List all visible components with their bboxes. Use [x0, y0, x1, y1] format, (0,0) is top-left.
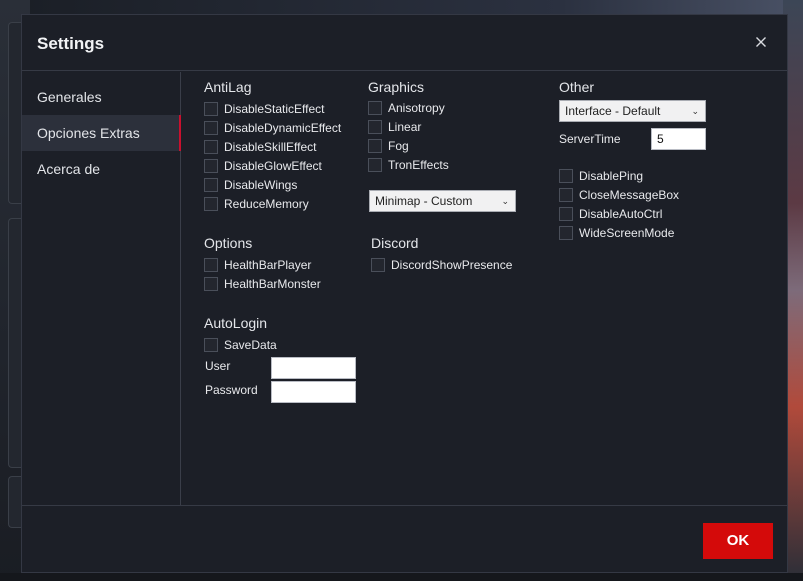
checkbox-disable-static-effect[interactable]: DisableStaticEffect [204, 100, 325, 118]
dialog-title: Settings [37, 34, 105, 53]
checkbox-label: DisableWings [224, 178, 298, 192]
checkbox-label: DisableAutoCtrl [579, 207, 663, 221]
sidebar-item-generales[interactable]: Generales [22, 79, 181, 115]
checkbox-label: HealthBarMonster [224, 277, 321, 291]
checkbox-disable-ping[interactable]: DisablePing [559, 167, 643, 185]
checkbox[interactable] [204, 140, 218, 154]
checkbox[interactable] [368, 120, 382, 134]
checkbox-label: ReduceMemory [224, 197, 309, 211]
sidebar-item-label: Opciones Extras [37, 125, 140, 141]
graphics-title: Graphics [368, 79, 425, 95]
checkbox[interactable] [371, 258, 385, 272]
dialog-footer: OK [22, 505, 787, 573]
checkbox[interactable] [204, 121, 218, 135]
background-bottom [0, 573, 803, 581]
checkbox-health-bar-monster[interactable]: HealthBarMonster [204, 275, 321, 293]
checkbox-health-bar-player[interactable]: HealthBarPlayer [204, 256, 311, 274]
checkbox-wide-screen-mode[interactable]: WideScreenMode [559, 224, 674, 242]
checkbox[interactable] [204, 102, 218, 116]
checkbox-anisotropy[interactable]: Anisotropy [368, 99, 445, 117]
settings-content: AntiLag DisableStaticEffect DisableDynam… [182, 72, 788, 505]
interface-select-value: Interface - Default [565, 104, 661, 118]
password-label: Password [205, 383, 258, 397]
background-top [0, 0, 803, 14]
interface-select[interactable]: Interface - Default ⌄ [559, 100, 706, 122]
password-input[interactable] [271, 381, 356, 403]
checkbox[interactable] [204, 159, 218, 173]
ok-button[interactable]: OK [703, 523, 773, 559]
settings-dialog: Settings Generales Opciones Extras Acerc… [21, 14, 788, 573]
close-button[interactable] [753, 34, 769, 50]
checkbox-label: Linear [388, 120, 422, 134]
checkbox-close-message-box[interactable]: CloseMessageBox [559, 186, 679, 204]
autologin-title: AutoLogin [204, 315, 268, 331]
chevron-down-icon: ⌄ [691, 106, 699, 116]
checkbox-disable-wings[interactable]: DisableWings [204, 176, 297, 194]
dialog-header: Settings [22, 15, 787, 71]
checkbox[interactable] [204, 258, 218, 272]
sidebar: Generales Opciones Extras Acerca de [22, 72, 181, 505]
checkbox-linear[interactable]: Linear [368, 118, 421, 136]
checkbox[interactable] [559, 226, 573, 240]
checkbox-save-data[interactable]: SaveData [204, 336, 277, 354]
checkbox-label: DisablePing [579, 169, 644, 183]
sidebar-item-opciones-extras[interactable]: Opciones Extras [22, 115, 181, 151]
checkbox-disable-glow-effect[interactable]: DisableGlowEffect [204, 157, 322, 175]
servertime-label: ServerTime [559, 132, 621, 146]
checkbox[interactable] [204, 178, 218, 192]
checkbox[interactable] [368, 158, 382, 172]
checkbox[interactable] [368, 139, 382, 153]
checkbox-discord-show-presence[interactable]: DiscordShowPresence [371, 256, 512, 274]
checkbox-label: DiscordShowPresence [391, 258, 513, 272]
checkbox-label: CloseMessageBox [579, 188, 680, 202]
options-title: Options [204, 235, 253, 251]
checkbox[interactable] [204, 277, 218, 291]
checkbox-disable-dynamic-effect[interactable]: DisableDynamicEffect [204, 119, 341, 137]
close-icon [756, 37, 766, 47]
checkbox-disable-skill-effect[interactable]: DisableSkillEffect [204, 138, 316, 156]
checkbox[interactable] [204, 338, 218, 352]
checkbox-disable-auto-ctrl[interactable]: DisableAutoCtrl [559, 205, 662, 223]
checkbox-label: WideScreenMode [579, 226, 675, 240]
checkbox-label: SaveData [224, 338, 277, 352]
checkbox[interactable] [559, 169, 573, 183]
checkbox-reduce-memory[interactable]: ReduceMemory [204, 195, 309, 213]
checkbox-label: DisableSkillEffect [224, 140, 317, 154]
sidebar-item-label: Generales [37, 89, 102, 105]
other-title: Other [559, 79, 595, 95]
minimap-select-value: Minimap - Custom [375, 194, 473, 208]
checkbox-label: DisableDynamicEffect [224, 121, 342, 135]
checkbox[interactable] [204, 197, 218, 211]
checkbox[interactable] [368, 101, 382, 115]
antilag-title: AntiLag [204, 79, 252, 95]
checkbox-label: DisableStaticEffect [224, 102, 325, 116]
checkbox-label: Fog [388, 139, 409, 153]
checkbox-tron-effects[interactable]: TronEffects [368, 156, 449, 174]
chevron-down-icon: ⌄ [501, 196, 509, 206]
checkbox-fog[interactable]: Fog [368, 137, 409, 155]
checkbox[interactable] [559, 188, 573, 202]
checkbox-label: DisableGlowEffect [224, 159, 322, 173]
sidebar-item-label: Acerca de [37, 161, 101, 177]
minimap-select[interactable]: Minimap - Custom ⌄ [369, 190, 516, 212]
checkbox[interactable] [559, 207, 573, 221]
checkbox-label: TronEffects [388, 158, 449, 172]
servertime-input[interactable]: 5 [651, 128, 706, 150]
checkbox-label: Anisotropy [388, 101, 445, 115]
sidebar-item-acerca-de[interactable]: Acerca de [22, 151, 181, 187]
user-input[interactable] [271, 357, 356, 379]
user-label: User [205, 359, 231, 373]
checkbox-label: HealthBarPlayer [224, 258, 312, 272]
discord-title: Discord [371, 235, 419, 251]
